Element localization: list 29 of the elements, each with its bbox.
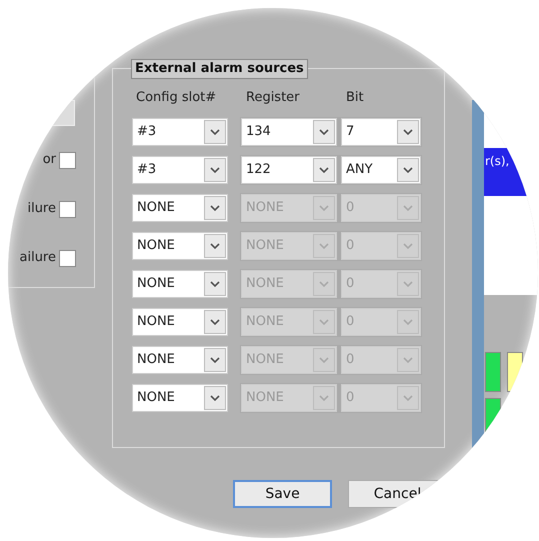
checkbox-label: ailure <box>20 249 56 268</box>
chevron-down-icon[interactable] <box>204 310 226 334</box>
dropdown[interactable]: 122 <box>241 156 337 184</box>
chevron-down-icon[interactable] <box>204 234 226 258</box>
dropdown[interactable]: ANY <box>341 156 421 184</box>
chevron-down-icon[interactable] <box>397 158 419 182</box>
chevron-down-icon[interactable] <box>204 158 226 182</box>
chevron-down-icon[interactable] <box>313 120 335 144</box>
checkbox[interactable] <box>59 200 76 218</box>
dropdown[interactable]: 7 <box>341 118 421 146</box>
column-header: Register <box>246 89 300 108</box>
chevron-down-icon[interactable] <box>204 272 226 296</box>
dropdown[interactable]: 134 <box>241 118 337 146</box>
checkbox[interactable] <box>59 152 76 168</box>
chevron-down-icon[interactable] <box>204 196 226 220</box>
column-header: Bit <box>346 89 364 108</box>
chevron-down-icon[interactable] <box>204 348 226 372</box>
checkbox[interactable] <box>59 250 76 266</box>
dialog-button[interactable]: Save <box>233 480 332 508</box>
checkbox-label: or <box>42 151 56 170</box>
checkbox-label: ilure <box>27 200 56 218</box>
dropdown[interactable]: #3 <box>132 118 228 146</box>
column-header: Config slot# <box>136 89 216 108</box>
group-title: External alarm sources <box>131 59 308 79</box>
chevron-down-icon[interactable] <box>204 120 226 144</box>
dropdown[interactable]: #3 <box>132 156 228 184</box>
chevron-down-icon[interactable] <box>313 158 335 182</box>
chevron-down-icon[interactable] <box>204 386 226 410</box>
chevron-down-icon[interactable] <box>397 120 419 144</box>
